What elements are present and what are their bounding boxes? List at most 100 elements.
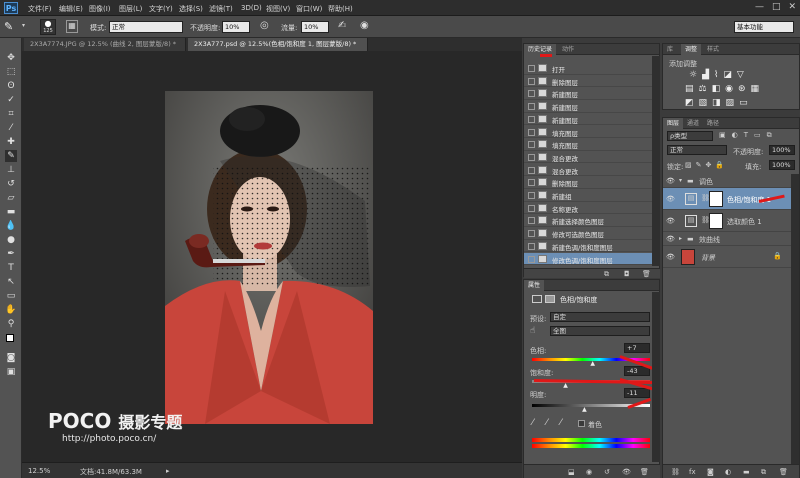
chevron-down-icon[interactable]: ▾ — [22, 22, 25, 29]
quick-mask-icon[interactable]: ◙ — [5, 352, 17, 364]
brightness-icon[interactable]: ☼ — [689, 70, 697, 80]
hand-tool-icon[interactable]: ✋ — [5, 304, 17, 316]
gradient-tool-icon[interactable]: ▬ — [5, 206, 17, 218]
quick-select-tool-icon[interactable]: ✓ — [5, 94, 17, 106]
workspace-select[interactable]: 基本功能 — [734, 21, 794, 33]
tab-channels[interactable]: 通道 — [683, 118, 703, 129]
hue-sat-icon[interactable]: ▤ — [685, 84, 694, 94]
properties-scrollbar[interactable] — [652, 292, 660, 462]
history-source-checkbox[interactable] — [528, 242, 535, 250]
lock-pixels-icon[interactable]: ▨ — [685, 161, 692, 169]
hue-input[interactable]: +7 — [624, 343, 650, 353]
blend-mode-select[interactable]: 正常 — [667, 145, 727, 155]
eyedropper-tool-icon[interactable]: ⁄ — [5, 122, 17, 134]
color-lookup-icon[interactable]: ▦ — [751, 84, 760, 94]
gradient-map-icon[interactable]: ▭ — [739, 98, 748, 108]
doc-tab-2[interactable]: 2X3A777.psd @ 12.5%(色相/饱和度 1, 图层蒙版/8) * — [188, 38, 368, 51]
foreground-color-swatch[interactable] — [6, 334, 14, 342]
eyedropper-minus-icon[interactable]: ⁄ — [560, 418, 562, 428]
brush-tool-icon[interactable]: ✎ — [4, 20, 13, 33]
zoom-level[interactable]: 12.5% — [28, 467, 50, 475]
history-item[interactable]: 新建图层 — [524, 87, 652, 100]
layer-mask-thumb[interactable] — [709, 213, 723, 229]
status-menu-icon[interactable]: ▸ — [166, 467, 170, 475]
history-source-checkbox[interactable] — [528, 192, 535, 199]
lightness-input[interactable]: -11 — [624, 388, 650, 398]
marquee-tool-icon[interactable]: ⬚ — [5, 66, 17, 78]
selective-color-icon[interactable]: ▨ — [726, 98, 735, 108]
history-source-checkbox[interactable] — [528, 103, 535, 111]
document-image[interactable] — [165, 91, 373, 424]
stamp-tool-icon[interactable]: ⊥ — [5, 164, 17, 176]
history-source-checkbox[interactable] — [528, 217, 535, 225]
photo-filter-icon[interactable]: ◉ — [725, 84, 733, 94]
background-thumb[interactable] — [681, 249, 695, 265]
eye-icon[interactable]: 👁 — [666, 217, 675, 225]
filter-pixel-icon[interactable]: ▣ — [719, 131, 726, 140]
trash-icon[interactable]: 🗑 — [642, 270, 651, 278]
reset-icon[interactable]: ↺ — [604, 468, 610, 476]
view-previous-icon[interactable]: ◉ — [586, 468, 592, 476]
history-source-checkbox[interactable] — [528, 141, 535, 149]
type-tool-icon[interactable]: T — [5, 262, 17, 274]
menu-image[interactable]: 图像(I) — [89, 4, 111, 14]
history-item[interactable]: 删除图层 — [524, 75, 652, 88]
layer-mask-thumb[interactable] — [709, 191, 723, 207]
trash-icon[interactable]: 🗑 — [779, 468, 788, 476]
menu-file[interactable]: 文件(F) — [28, 4, 52, 14]
menu-filter[interactable]: 滤镜(T) — [209, 4, 233, 14]
tab-actions[interactable]: 动作 — [558, 44, 578, 55]
history-item[interactable]: 新建色调/饱和度图层 — [524, 240, 652, 253]
move-tool-icon[interactable]: ✥ — [5, 52, 17, 64]
snapshot-icon[interactable]: ⧉ — [604, 270, 609, 279]
mask-icon[interactable] — [545, 295, 555, 303]
levels-icon[interactable]: ▟ — [702, 70, 709, 80]
history-brush-tool-icon[interactable]: ↺ — [5, 178, 17, 190]
screen-mode-icon[interactable]: ▣ — [5, 366, 17, 378]
chevron-down-icon[interactable]: ▾ — [679, 177, 682, 184]
airbrush-icon[interactable]: ✍ — [338, 20, 346, 31]
tab-styles[interactable]: 样式 — [703, 44, 723, 55]
lock-all-icon[interactable]: 🔒 — [715, 161, 724, 169]
add-mask-icon[interactable]: ◙ — [707, 468, 714, 476]
eye-icon[interactable]: 👁 — [666, 177, 675, 185]
link-layers-icon[interactable]: ⛓ — [671, 468, 680, 476]
history-item[interactable]: 修改可选颜色图层 — [524, 227, 652, 240]
history-source-checkbox[interactable] — [528, 179, 535, 187]
layers-scrollbar[interactable] — [791, 174, 799, 464]
doc-tab-1[interactable]: 2X3A7774.JPG @ 12.5% (曲线 2, 图层蒙版/8) * — [24, 38, 186, 51]
new-group-icon[interactable]: ▬ — [743, 468, 750, 476]
menu-help[interactable]: 帮助(H) — [328, 4, 353, 14]
saturation-slider-thumb[interactable]: ▲ — [563, 382, 568, 389]
visibility-icon[interactable]: 👁 — [622, 468, 631, 476]
mode-select[interactable]: 正常 — [109, 21, 183, 33]
color-balance-icon[interactable]: ⚖ — [699, 84, 707, 94]
bw-icon[interactable]: ◧ — [712, 84, 721, 94]
menu-layer[interactable]: 图层(L) — [119, 4, 142, 14]
target-hand-icon[interactable]: ☝ — [530, 326, 535, 336]
fx-icon[interactable]: fx — [689, 468, 696, 476]
layer-background[interactable]: 👁 背景 🔒 — [663, 246, 799, 268]
pressure-size-icon[interactable]: ◉ — [360, 20, 369, 31]
new-layer-icon[interactable]: ⧉ — [761, 468, 766, 477]
history-item[interactable]: 填充图层 — [524, 138, 652, 151]
fill-input[interactable]: 100% — [769, 160, 795, 170]
history-source-checkbox[interactable] — [528, 166, 535, 174]
tab-paths[interactable]: 路径 — [703, 118, 723, 129]
brush-preset-picker[interactable]: ● 125 — [40, 19, 56, 35]
menu-type[interactable]: 文字(Y) — [149, 4, 173, 14]
shape-tool-icon[interactable]: ▭ — [5, 290, 17, 302]
tab-library[interactable]: 库 — [663, 44, 677, 55]
layer-filter-select[interactable]: ρ类型 — [667, 131, 713, 141]
history-item[interactable]: 新建图层 — [524, 113, 652, 126]
pressure-opacity-icon[interactable]: ◎ — [260, 20, 269, 31]
filter-type-icon[interactable]: T — [744, 131, 748, 140]
opacity-input[interactable]: 10% — [222, 21, 250, 33]
layer-selective-color[interactable]: 👁 ▤ ⛓ 选取颜色 1 — [663, 210, 799, 232]
history-source-checkbox[interactable] — [528, 255, 535, 263]
lightness-slider-thumb[interactable]: ▲ — [582, 406, 587, 413]
history-item[interactable]: 填充图层 — [524, 126, 652, 139]
eye-icon[interactable]: 👁 — [666, 235, 675, 243]
history-item[interactable]: 名称更改 — [524, 202, 652, 215]
filter-shape-icon[interactable]: ▭ — [754, 131, 761, 140]
